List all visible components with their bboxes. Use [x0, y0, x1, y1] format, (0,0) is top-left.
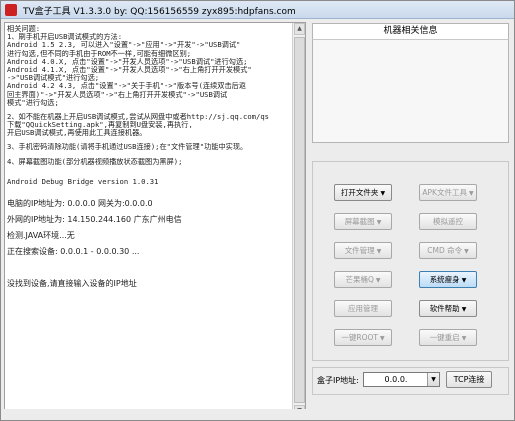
device-info-header: 机器相关信息	[312, 23, 509, 40]
log-line: 1、刷手机开启USB调试模式的方法:	[7, 33, 123, 42]
log-line: 进行勾选,但不同的手机由于ROM不一样,可能有细微区别;	[7, 49, 192, 58]
tcp-connect-button[interactable]: TCP连接	[446, 371, 492, 388]
app-manager-button[interactable]: 应用管理	[334, 300, 392, 317]
log-spacer	[7, 224, 291, 231]
chevron-down-icon: ▼	[461, 306, 467, 313]
scroll-up-arrow-icon[interactable]: ▲	[294, 23, 305, 35]
log-spacer	[7, 256, 291, 263]
log-line: 下载"QQuickSetting.apk",再复制到U盘安装,再执行,	[7, 121, 193, 130]
chevron-down-icon: ▼	[461, 335, 467, 342]
log-vertical-scrollbar[interactable]: ▲ ▼	[292, 23, 305, 417]
mango-button[interactable]: 芒果桶Q ▼	[334, 271, 392, 288]
log-line: Android Debug Bridge version 1.0.31	[7, 177, 159, 186]
window-title: TV盒子工具 V1.3.3.0 by: QQ:156156559 zyx895:…	[23, 7, 296, 17]
chevron-down-icon: ▼	[376, 248, 382, 255]
box-ip-label: 盒子IP地址:	[317, 376, 359, 385]
open-folder-button[interactable]: 打开文件夹 ▼	[334, 184, 392, 201]
system-clean-button[interactable]: 系统瘦身 ▼	[419, 271, 477, 288]
log-text-area[interactable]: 相关问题: 1、刷手机开启USB调试模式的方法: Android 1.5 2.3, …	[7, 25, 291, 295]
log-spacer	[7, 272, 291, 279]
log-line: Android 4.2 4.3, 点击"设置"->"关于手机"->"版本号(连续…	[7, 82, 247, 91]
log-spacer	[7, 192, 291, 199]
log-line: 4、屏幕截图功能(部分机器视频播放状态截图为黑屏);	[7, 157, 183, 166]
log-line: 3、手机密码清除功能(请将手机通过USB连接);在"文件管理"功能中实现。	[7, 143, 248, 152]
log-spacer	[7, 288, 291, 295]
chevron-down-icon: ▼	[461, 277, 467, 284]
status-line	[7, 263, 291, 272]
one-key-reboot-button[interactable]: 一键重启 ▼	[419, 329, 477, 346]
app-logo-icon	[5, 4, 17, 16]
log-output-pane[interactable]: 相关问题: 1、刷手机开启USB调试模式的方法: Android 1.5 2.3, …	[4, 22, 306, 418]
log-line: 模式"进行勾选;	[7, 98, 59, 107]
log-line: 相关问题:	[7, 25, 41, 33]
status-line: 正在搜索设备: 0.0.0.1 - 0.0.0.30 ...	[7, 247, 140, 256]
chevron-down-icon: ▼	[468, 190, 474, 197]
one-key-root-button[interactable]: 一键ROOT ▼	[334, 329, 392, 346]
log-spacer	[7, 208, 291, 215]
log-line: Android 4.0.X, 点击"设置"->"开发人员选项"->"USB调试"…	[7, 57, 248, 66]
status-line: 检测.JAVA环境...无	[7, 231, 75, 240]
log-line: Android 1.5 2.3, 可以进入"设置"->"应用"->"开发"->"…	[7, 41, 241, 50]
title-bar[interactable]: TV盒子工具 V1.3.3.0 by: QQ:156156559 zyx895:…	[1, 1, 514, 19]
log-line: 回主界面)"->"开发人员选项"->"右上角打开开发模式"->"USB调试	[7, 90, 228, 99]
box-ip-combobox[interactable]: 0.0.0. ▼	[363, 372, 440, 387]
apk-tools-button[interactable]: APK文件工具 ▼	[419, 184, 477, 201]
log-line: 开启USB调试模式,再使用此工具连接机器。	[7, 129, 147, 138]
chevron-down-icon: ▼	[380, 190, 386, 197]
app-window: TV盒子工具 V1.3.3.0 by: QQ:156156559 zyx895:…	[0, 0, 515, 421]
software-help-button[interactable]: 软件帮助 ▼	[419, 300, 477, 317]
status-line: 没找到设备,请直接输入设备的IP地址	[7, 279, 137, 288]
scroll-thumb[interactable]	[294, 37, 305, 403]
log-line: ->"USB调试模式"进行勾选;	[7, 74, 100, 83]
chevron-down-icon: ▼	[379, 335, 385, 342]
cmd-button[interactable]: CMD 命令 ▼	[419, 242, 477, 259]
remote-control-button[interactable]: 模拟遥控	[419, 213, 477, 230]
status-line: 外网的IP地址为: 14.150.244.160 广东广州电信	[7, 215, 182, 224]
log-line: 2、如不能在机器上开启USB调试模式,尝试从网盘中或者http://sj.qq.…	[7, 112, 269, 121]
device-info-panel	[312, 23, 509, 143]
status-line: 电脑的IP地址为: 0.0.0.0 网关为:0.0.0.0	[7, 199, 153, 208]
log-line: Android 4.1.X, 点击"设置"->"开发人员选项"->"右上角打开开…	[7, 65, 252, 74]
file-manager-button[interactable]: 文件管理 ▼	[334, 242, 392, 259]
chevron-down-icon: ▼	[376, 219, 382, 226]
status-bar	[2, 409, 513, 420]
screenshot-button[interactable]: 屏幕截图 ▼	[334, 213, 392, 230]
box-ip-input[interactable]: 0.0.0.	[364, 373, 428, 386]
log-spacer	[7, 240, 291, 247]
chevron-down-icon: ▼	[375, 277, 381, 284]
dropdown-arrow-icon[interactable]: ▼	[427, 373, 439, 386]
chevron-down-icon: ▼	[464, 248, 469, 255]
